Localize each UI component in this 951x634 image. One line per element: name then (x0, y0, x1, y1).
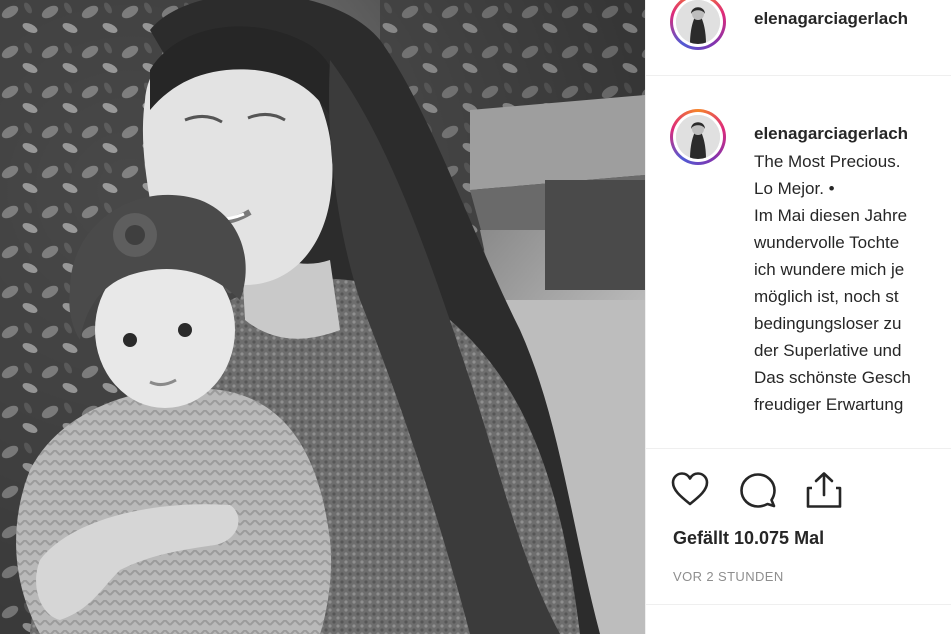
post-caption: The Most Precious. Lo Mejor. • Im Mai di… (754, 148, 951, 418)
share-upload-icon (806, 472, 842, 508)
caption-line: Lo Mejor. • (754, 179, 835, 198)
comments-section: elenagarciagerlach The Most Precious. Lo… (646, 76, 951, 448)
avatar-photo (676, 0, 720, 44)
header-username-link[interactable]: elenagarciagerlach (754, 9, 908, 29)
comment-bubble-icon (740, 473, 776, 508)
post-timestamp[interactable]: VOR 2 STUNDEN (673, 569, 784, 584)
comment-button[interactable] (738, 470, 778, 510)
post-header: elenagarciagerlach (646, 0, 951, 76)
heart-icon (671, 472, 709, 506)
share-button[interactable] (804, 470, 844, 510)
caption-username-link[interactable]: elenagarciagerlach (754, 124, 908, 144)
caption-line: freudiger Erwartung (754, 395, 904, 414)
like-button[interactable] (670, 470, 710, 510)
caption-line: The Most Precious. (754, 152, 901, 171)
likes-count[interactable]: Gefällt 10.075 Mal (673, 528, 824, 549)
caption-avatar[interactable] (670, 109, 726, 165)
post-photo[interactable] (0, 0, 645, 634)
post-photo-image (0, 0, 645, 634)
caption-line: Das schönste Gesch (754, 368, 911, 387)
caption-line: möglich ist, noch st (754, 287, 899, 306)
profile-avatar[interactable] (670, 0, 726, 50)
caption-line: der Superlative und (754, 341, 902, 360)
caption-line: wundervolle Tochte (754, 233, 900, 252)
avatar-photo (676, 115, 720, 159)
section-divider (646, 448, 951, 449)
caption-line: bedingungsloser zu (754, 314, 902, 333)
section-divider (646, 604, 951, 605)
caption-line: ich wundere mich je (754, 260, 905, 279)
post-side-panel: elenagarciagerlach elenagarciagerlach Th… (645, 0, 951, 634)
caption-line: Im Mai diesen Jahre (754, 206, 908, 225)
